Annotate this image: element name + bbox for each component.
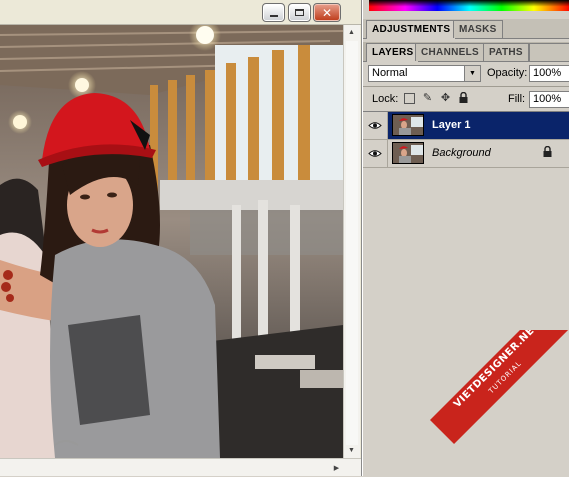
maximize-button[interactable] bbox=[288, 3, 311, 22]
tab-masks[interactable]: MASKS bbox=[453, 20, 503, 38]
fill-label: Fill: bbox=[508, 93, 526, 105]
tab-layers[interactable]: LAYERS bbox=[366, 43, 420, 62]
layers-tab-row: LAYERS CHANNELS PATHS bbox=[363, 42, 569, 62]
layer-thumbnail bbox=[392, 114, 424, 136]
photo-woman-red-hat bbox=[0, 25, 343, 458]
panel-divider bbox=[363, 86, 569, 87]
lock-icon bbox=[543, 145, 552, 160]
lock-brush-icon[interactable]: ✎ bbox=[421, 91, 434, 104]
lock-transparent-icon[interactable] bbox=[404, 93, 415, 104]
close-button[interactable]: ✕ bbox=[313, 3, 341, 22]
scroll-right-icon[interactable]: ▶ bbox=[329, 461, 344, 474]
lock-all-icon[interactable] bbox=[457, 91, 470, 104]
tab-paths[interactable]: PATHS bbox=[483, 43, 529, 61]
watermark-band: VIETDESIGNER.NET TUTORIAL bbox=[430, 330, 569, 445]
layer-row-layer-1[interactable]: Layer 1 bbox=[363, 112, 569, 140]
lock-move-icon[interactable]: ✥ bbox=[439, 91, 452, 104]
layer-thumbnail bbox=[392, 142, 424, 164]
layer-main-background[interactable]: Background bbox=[388, 140, 569, 167]
color-spectrum-shade bbox=[369, 0, 569, 11]
close-icon: ✕ bbox=[321, 5, 333, 20]
minimize-button[interactable] bbox=[262, 3, 285, 22]
vertical-scroll-thumb[interactable] bbox=[346, 41, 358, 445]
chevron-down-icon[interactable]: ▼ bbox=[464, 66, 480, 81]
eye-icon[interactable] bbox=[363, 140, 388, 167]
layer-name: Layer 1 bbox=[432, 119, 471, 131]
scroll-up-icon[interactable]: ▲ bbox=[344, 26, 359, 39]
tab-channels[interactable]: CHANNELS bbox=[415, 43, 485, 61]
document-titlebar: ✕ bbox=[0, 0, 361, 25]
horizontal-scrollbar[interactable]: ▶ bbox=[0, 458, 361, 476]
tab-adjustments[interactable]: ADJUSTMENTS bbox=[366, 20, 457, 39]
eye-icon[interactable] bbox=[363, 112, 388, 139]
adjustments-tab-row: ADJUSTMENTS MASKS bbox=[363, 19, 569, 39]
layer-row-background[interactable]: Background bbox=[363, 140, 569, 168]
blend-mode-select[interactable]: Normal ▼ bbox=[368, 65, 481, 82]
layer-main-layer-1[interactable]: Layer 1 bbox=[388, 112, 569, 139]
minimize-icon bbox=[269, 14, 278, 17]
maximize-icon bbox=[295, 9, 304, 16]
vertical-scrollbar[interactable]: ▲ ▼ bbox=[343, 25, 360, 458]
opacity-label: Opacity: bbox=[487, 67, 528, 79]
image-canvas[interactable] bbox=[0, 25, 343, 458]
tab-overflow[interactable] bbox=[529, 43, 569, 61]
opacity-input[interactable]: 100% bbox=[529, 65, 569, 82]
watermark: VIETDESIGNER.NET TUTORIAL bbox=[420, 330, 569, 476]
fill-input[interactable]: 100% bbox=[529, 91, 569, 108]
layer-name: Background bbox=[432, 147, 491, 159]
blend-mode-value: Normal bbox=[372, 67, 408, 79]
lock-label: Lock: bbox=[372, 93, 399, 105]
watermark-brand: VIETDESIGNER.NET bbox=[451, 330, 542, 411]
document-window: ✕ ▲ ▼ ▶ bbox=[0, 0, 362, 476]
scroll-down-icon[interactable]: ▼ bbox=[344, 444, 359, 457]
